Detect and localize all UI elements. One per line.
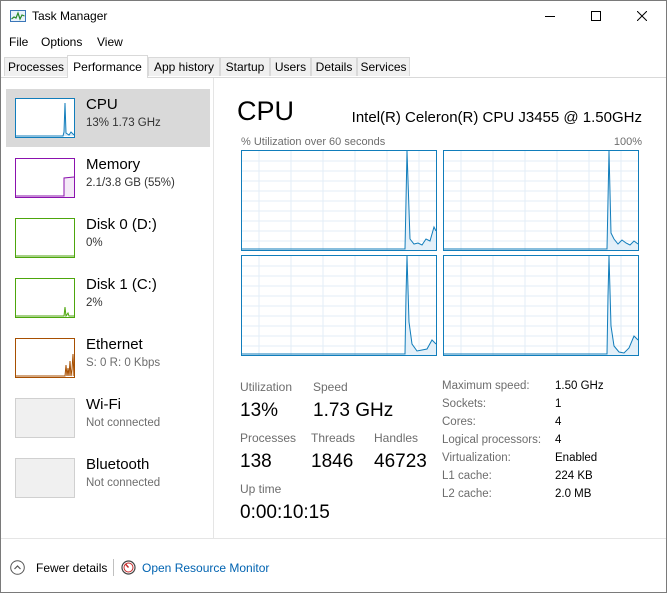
- sidebar-item-label: Disk 1 (C:): [86, 276, 157, 293]
- sidebar-item-label: Bluetooth: [86, 456, 150, 473]
- wifi-thumbnail-graph: [15, 398, 75, 438]
- spec-label: Cores:: [442, 416, 476, 428]
- resource-sidebar: CPU 13% 1.73 GHz Memory 2.1/3.8 GB (55%)…: [1, 78, 214, 538]
- footer-bar: Fewer details Open Resource Monitor: [1, 538, 666, 592]
- sidebar-item-label: Wi-Fi: [86, 396, 121, 413]
- uptime-label: Up time: [240, 482, 282, 496]
- tab-processes[interactable]: Processes: [4, 57, 68, 76]
- menu-file[interactable]: File: [9, 35, 28, 49]
- close-icon: [637, 11, 647, 21]
- threads-value: 1846: [311, 451, 354, 472]
- spec-label: Sockets:: [442, 398, 487, 410]
- spec-label: L1 cache:: [442, 470, 492, 482]
- sidebar-item-disk-0[interactable]: Disk 0 (D:) 0%: [6, 209, 210, 267]
- spec-label: L2 cache:: [442, 488, 492, 500]
- spec-value: 4: [555, 416, 562, 428]
- speed-label: Speed: [313, 380, 348, 394]
- disk0-thumbnail-graph: [15, 218, 75, 258]
- core-2-utilization-graph: [241, 255, 437, 356]
- minimize-button[interactable]: [527, 1, 573, 31]
- sidebar-item-cpu[interactable]: CPU 13% 1.73 GHz: [6, 89, 210, 147]
- utilization-label: Utilization: [240, 380, 293, 394]
- uptime-value: 0:00:10:15: [240, 502, 330, 523]
- sidebar-item-value: 2%: [86, 297, 103, 309]
- memory-thumbnail-graph: [15, 158, 75, 198]
- tab-details[interactable]: Details: [311, 57, 357, 76]
- tab-performance[interactable]: Performance: [67, 55, 148, 78]
- spec-label: Logical processors:: [442, 434, 542, 446]
- sidebar-item-wifi[interactable]: Wi-Fi Not connected: [6, 389, 210, 447]
- spec-value: 4: [555, 434, 562, 446]
- core-3-utilization-graph: [443, 255, 639, 356]
- sidebar-item-label: CPU: [86, 96, 118, 113]
- processes-label: Processes: [240, 431, 297, 445]
- sidebar-item-bluetooth[interactable]: Bluetooth Not connected: [6, 449, 210, 507]
- disk1-thumbnail-graph: [15, 278, 75, 318]
- core-1-utilization-graph: [443, 150, 639, 251]
- spec-value: 1.50 GHz: [555, 380, 604, 392]
- maximize-icon: [591, 11, 601, 21]
- open-resource-monitor-link[interactable]: Open Resource Monitor: [142, 561, 269, 575]
- menu-bar: File Options View: [1, 32, 666, 52]
- footer-divider: [113, 559, 114, 576]
- title-bar: Task Manager: [1, 1, 666, 31]
- menu-options[interactable]: Options: [41, 35, 82, 49]
- sidebar-item-value: 0%: [86, 237, 103, 249]
- spec-value: 2.0 MB: [555, 488, 592, 500]
- fewer-details-button[interactable]: Fewer details: [36, 561, 107, 575]
- utilization-value: 13%: [240, 400, 279, 421]
- sidebar-item-label: Ethernet: [86, 336, 143, 353]
- task-manager-icon: [10, 10, 26, 22]
- cpu-model-name: Intel(R) Celeron(R) CPU J3455 @ 1.50GHz: [351, 109, 642, 126]
- sidebar-item-value: Not connected: [86, 417, 161, 429]
- page-title: CPU: [237, 96, 295, 126]
- cpu-detail-panel: CPU Intel(R) Celeron(R) CPU J3455 @ 1.50…: [214, 78, 666, 538]
- minimize-icon: [545, 16, 555, 17]
- sidebar-item-disk-1[interactable]: Disk 1 (C:) 2%: [6, 269, 210, 327]
- menu-view[interactable]: View: [97, 35, 123, 49]
- sidebar-item-value: S: 0 R: 0 Kbps: [86, 357, 161, 369]
- handles-value: 46723: [374, 451, 427, 472]
- task-manager-window: Task Manager File Options View Processes…: [0, 0, 667, 593]
- tab-app-history[interactable]: App history: [148, 57, 220, 76]
- close-button[interactable]: [619, 1, 665, 31]
- core-0-utilization-graph: [241, 150, 437, 251]
- sidebar-item-ethernet[interactable]: Ethernet S: 0 R: 0 Kbps: [6, 329, 210, 387]
- sidebar-item-value: 13% 1.73 GHz: [86, 117, 161, 129]
- cpu-thumbnail-graph: [15, 98, 75, 138]
- sidebar-item-value: 2.1/3.8 GB (55%): [86, 177, 175, 189]
- spec-value: Enabled: [555, 452, 598, 464]
- ethernet-thumbnail-graph: [15, 338, 75, 378]
- handles-label: Handles: [374, 431, 419, 445]
- chevron-up-circle-icon[interactable]: [10, 560, 25, 575]
- bluetooth-thumbnail-graph: [15, 458, 75, 498]
- spec-value: 1: [555, 398, 562, 410]
- spec-label: Maximum speed:: [442, 380, 530, 392]
- maximize-button[interactable]: [573, 1, 619, 31]
- tab-bar: Processes Performance App history Startu…: [1, 55, 666, 78]
- spec-label: Virtualization:: [442, 452, 511, 464]
- tab-services[interactable]: Services: [357, 57, 410, 76]
- sidebar-item-memory[interactable]: Memory 2.1/3.8 GB (55%): [6, 149, 210, 207]
- sidebar-item-value: Not connected: [86, 477, 161, 489]
- speed-value: 1.73 GHz: [313, 400, 394, 421]
- tab-users[interactable]: Users: [270, 57, 311, 76]
- spec-value: 224 KB: [555, 470, 593, 482]
- window-title: Task Manager: [32, 9, 108, 23]
- processes-value: 138: [240, 451, 272, 472]
- tab-startup[interactable]: Startup: [220, 57, 270, 76]
- sidebar-item-label: Memory: [86, 156, 141, 173]
- sidebar-item-label: Disk 0 (D:): [86, 216, 157, 233]
- threads-label: Threads: [311, 431, 356, 445]
- resource-monitor-icon[interactable]: [121, 560, 136, 575]
- utilization-graph-label: % Utilization over 60 seconds: [241, 136, 386, 148]
- utilization-max-label: 100%: [613, 136, 642, 148]
